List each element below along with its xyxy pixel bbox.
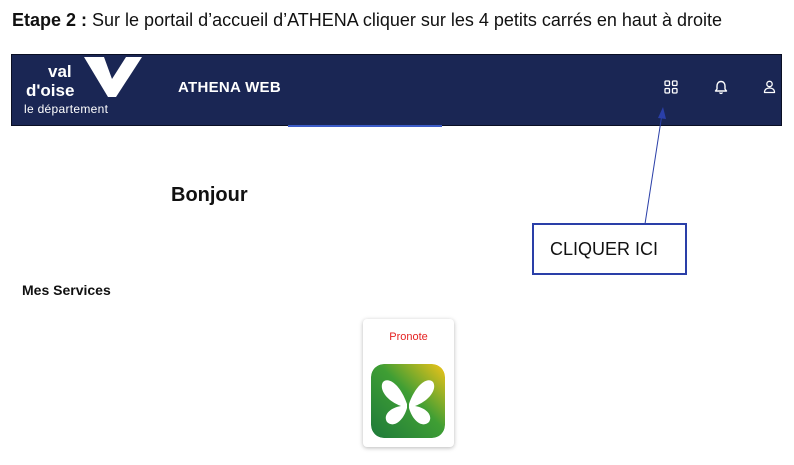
logo-line-departement: le département xyxy=(24,102,109,116)
user-account-button[interactable] xyxy=(757,75,781,99)
instruction-body: Sur le portail d’accueil d’ATHENA clique… xyxy=(87,10,722,30)
apps-grid-button[interactable] xyxy=(659,75,683,99)
header-active-underline xyxy=(288,125,442,127)
logo-line-val: val xyxy=(48,62,72,81)
notifications-button[interactable] xyxy=(709,75,733,99)
val-doise-logo[interactable]: val d'oise le département xyxy=(20,57,150,121)
services-heading: Mes Services xyxy=(22,282,111,298)
callout-text: CLIQUER ICI xyxy=(550,239,659,259)
pronote-butterfly-icon xyxy=(371,364,445,438)
bell-icon xyxy=(714,80,728,94)
service-card-label: Pronote xyxy=(389,331,428,343)
logo-v-mark-icon xyxy=(84,57,142,97)
top-header-bar: val d'oise le département ATHENA WEB xyxy=(11,54,782,127)
instruction-text: Etape 2 : Sur le portail d’accueil d’ATH… xyxy=(12,10,722,31)
app-title: ATHENA WEB xyxy=(178,79,281,96)
greeting-heading: Bonjour xyxy=(171,184,248,206)
user-icon xyxy=(763,80,775,94)
click-here-callout: CLIQUER ICI xyxy=(532,223,687,275)
instruction-step-label: Etape 2 : xyxy=(12,10,88,30)
apps-grid-icon xyxy=(664,80,678,94)
service-card-pronote[interactable]: Pronote xyxy=(363,319,454,447)
logo-line-oise: d'oise xyxy=(26,81,75,100)
